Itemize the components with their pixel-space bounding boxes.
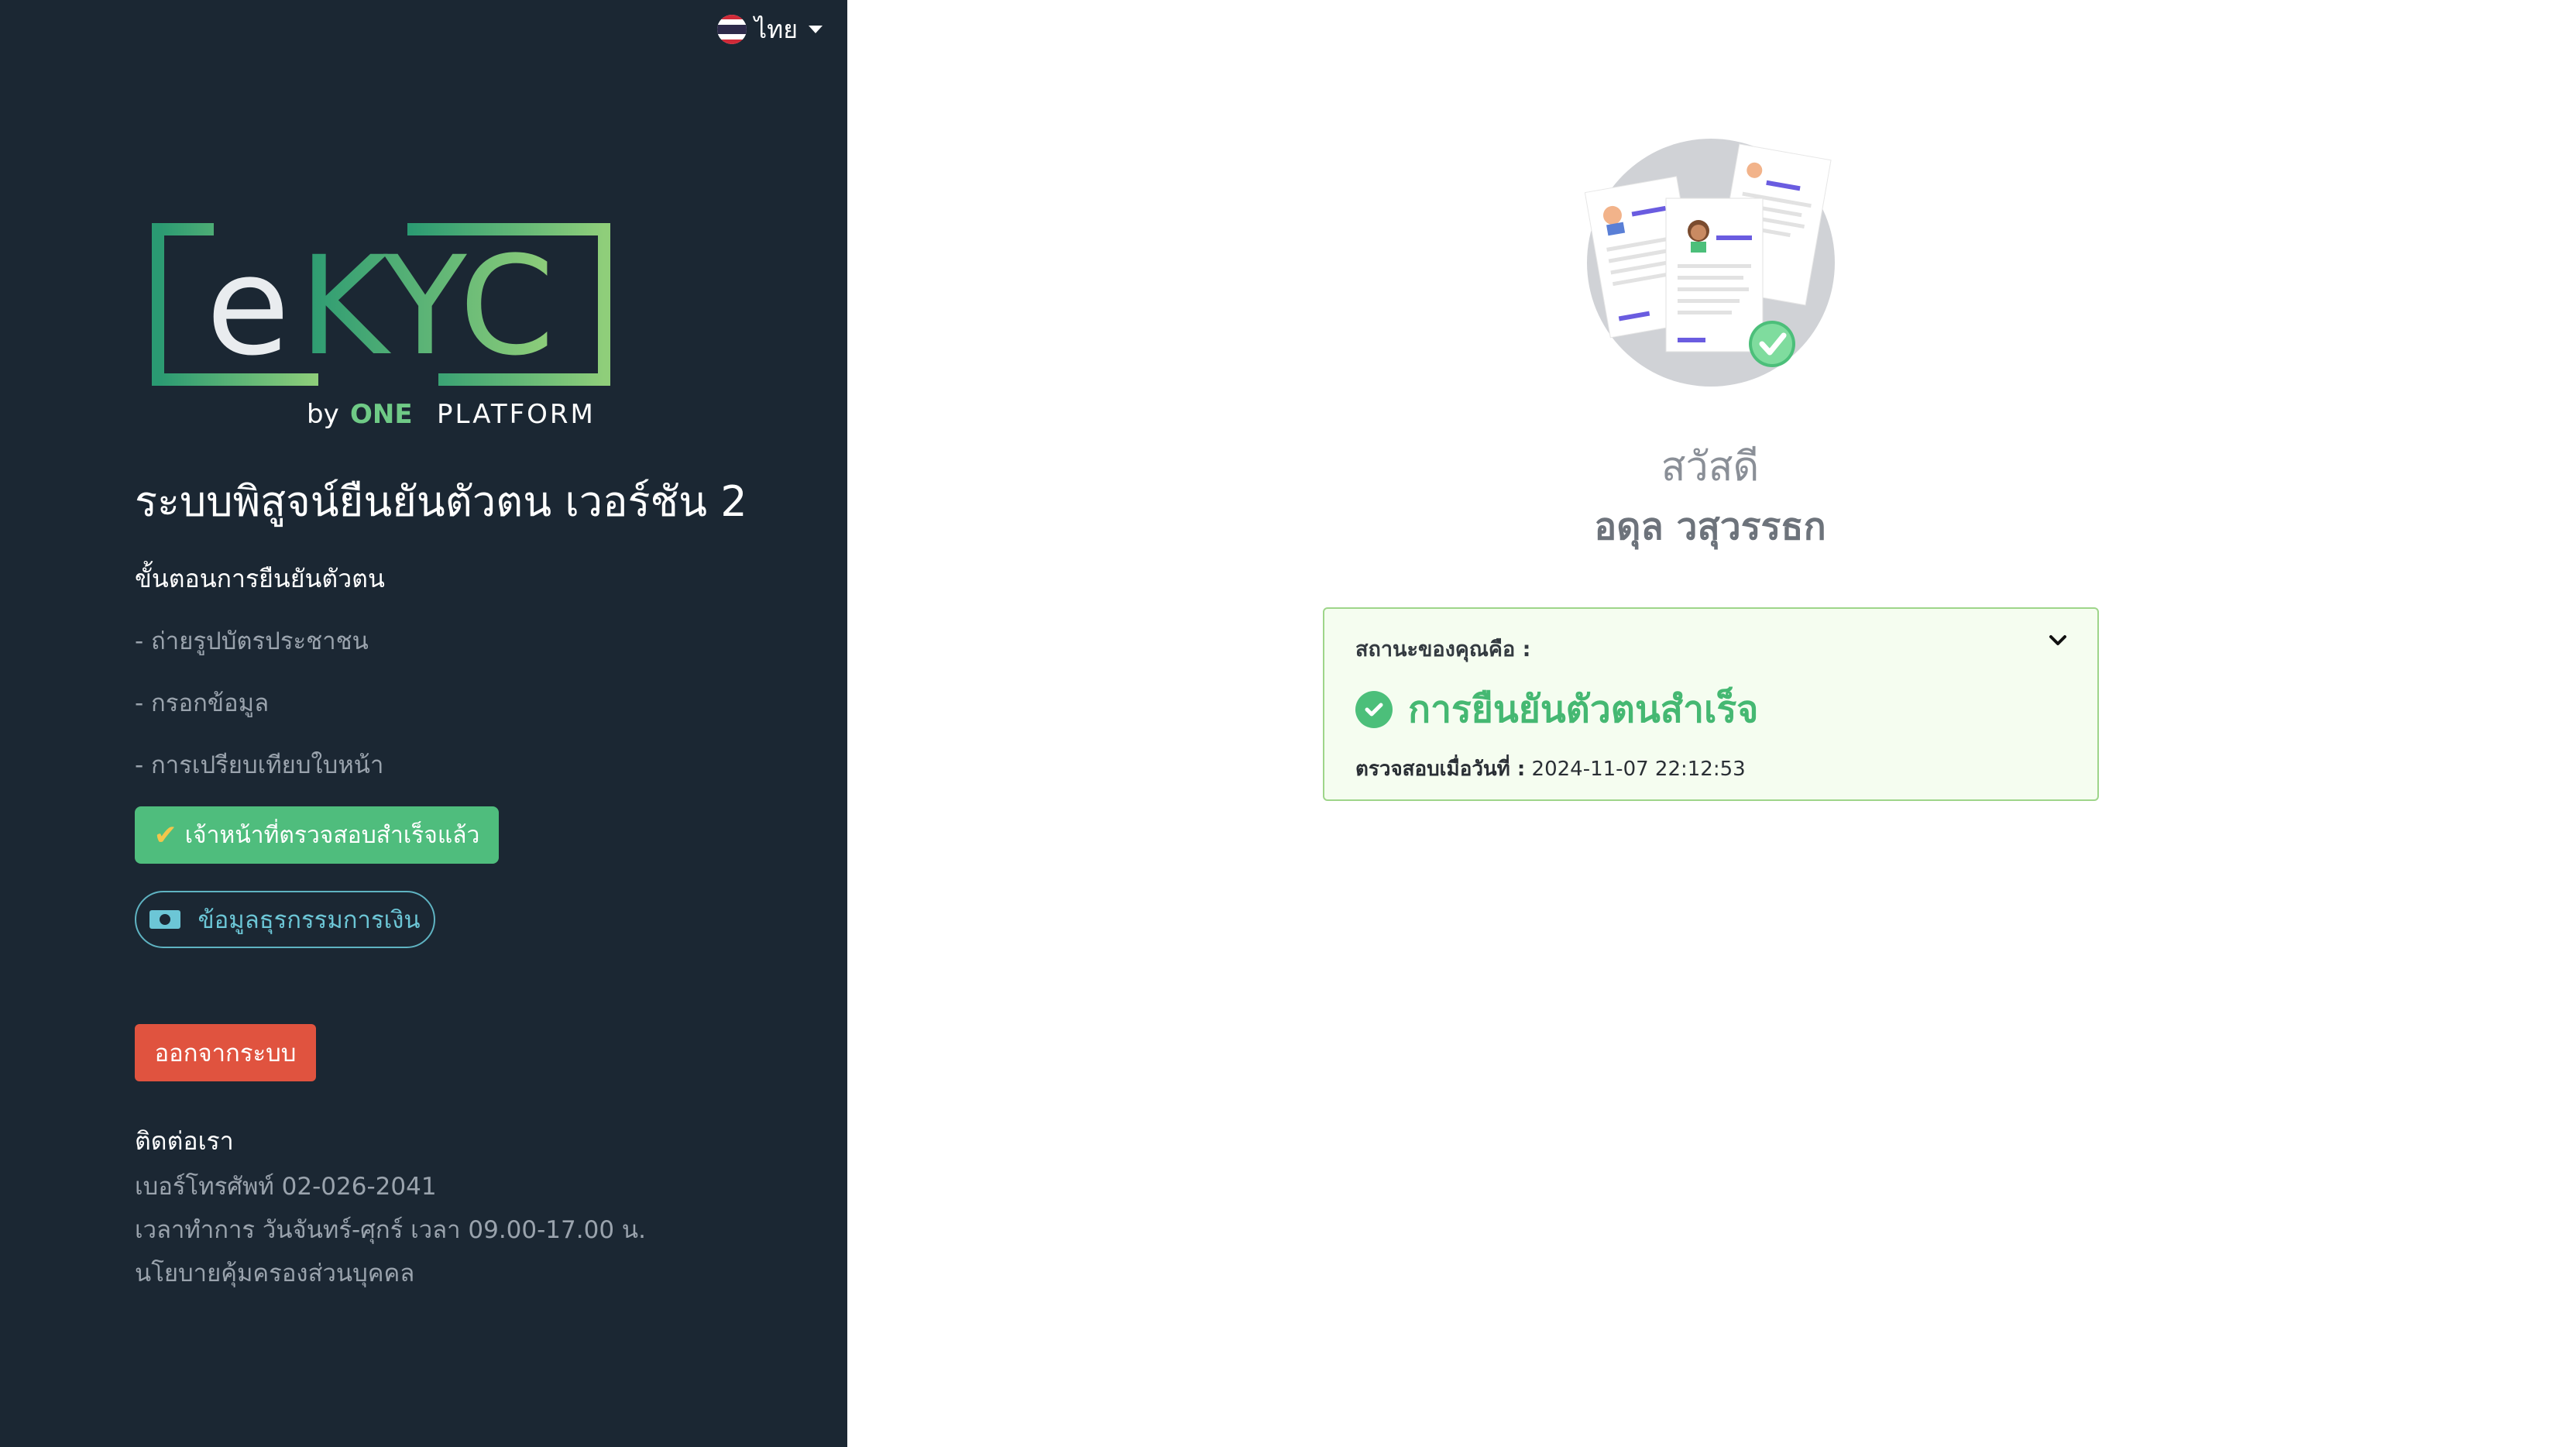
svg-text:e: e (206, 227, 290, 386)
chevron-down-icon[interactable] (2048, 631, 2068, 651)
svg-text:ONE: ONE (350, 399, 413, 430)
checked-timestamp: ตรวจสอบเมื่อวันที่ : 2024-11-07 22:12:53 (1355, 753, 1746, 785)
check-icon: ✔ (153, 819, 177, 851)
svg-text:KYC: KYC (299, 227, 555, 386)
sidebar: ไทย e KYC by ONE PLATFORM ระบบพิสูจน์ยืน… (0, 0, 847, 1447)
finance-info-button[interactable]: ข้อมูลธุรกรรมการเงิน (135, 891, 435, 948)
contact-hours: เวลาทำการ วันจันทร์-ศุกร์ เวลา 09.00-17.… (135, 1216, 646, 1244)
status-label: สถานะของคุณคือ : (1355, 638, 1531, 662)
steps-heading: ขั้นตอนการยืนยันตัวตน (135, 564, 385, 593)
finance-button-label: ข้อมูลธุรกรรมการเงิน (197, 906, 421, 934)
step-item: - ถ่ายรูปบัตรประชาชน (135, 627, 369, 655)
verified-badge-label: เจ้าหน้าที่ตรวจสอบสำเร็จแล้ว (184, 821, 480, 849)
status-text: การยืนยันตัวตนสำเร็จ (1408, 688, 1759, 731)
success-check-icon (1355, 691, 1393, 728)
privacy-policy-link[interactable]: นโยบายคุ้มครองส่วนบุคคล (135, 1253, 414, 1292)
money-icon (149, 910, 181, 929)
page-title: ระบบพิสูจน์ยืนยันตัวตน เวอร์ชัน 2 (135, 477, 747, 526)
status-row: การยืนยันตัวตนสำเร็จ (1355, 680, 1758, 739)
verified-badge: ✔ เจ้าหน้าที่ตรวจสอบสำเร็จแล้ว (135, 806, 499, 864)
identity-documents-illustration (1585, 139, 1835, 387)
checked-value: 2024-11-07 22:12:53 (1531, 758, 1746, 781)
logout-button[interactable]: ออกจากระบบ (135, 1024, 316, 1081)
language-label: ไทย (754, 14, 798, 44)
greeting: สวัสดี (1661, 444, 1760, 490)
svg-text:PLATFORM: PLATFORM (437, 399, 596, 430)
step-item: - การเปรียบเทียบใบหน้า (135, 751, 384, 779)
thai-flag-icon (717, 15, 747, 44)
svg-text:by: by (307, 399, 339, 430)
caret-down-icon (808, 26, 823, 33)
logout-button-label: ออกจากระบบ (154, 1040, 297, 1067)
checked-label: ตรวจสอบเมื่อวันที่ : (1355, 758, 1526, 781)
status-card[interactable]: สถานะของคุณคือ : การยืนยันตัวตนสำเร็จ ตร… (1323, 607, 2099, 801)
step-item: - กรอกข้อมูล (135, 689, 270, 717)
user-name: อดุล วสุวรรธก (1594, 505, 1826, 548)
contact-heading: ติดต่อเรา (135, 1126, 234, 1156)
contact-phone: เบอร์โทรศัพท์ 02-026-2041 (135, 1173, 437, 1201)
ekyc-logo: e KYC by ONE PLATFORM (152, 223, 610, 430)
language-selector[interactable]: ไทย (717, 12, 823, 46)
